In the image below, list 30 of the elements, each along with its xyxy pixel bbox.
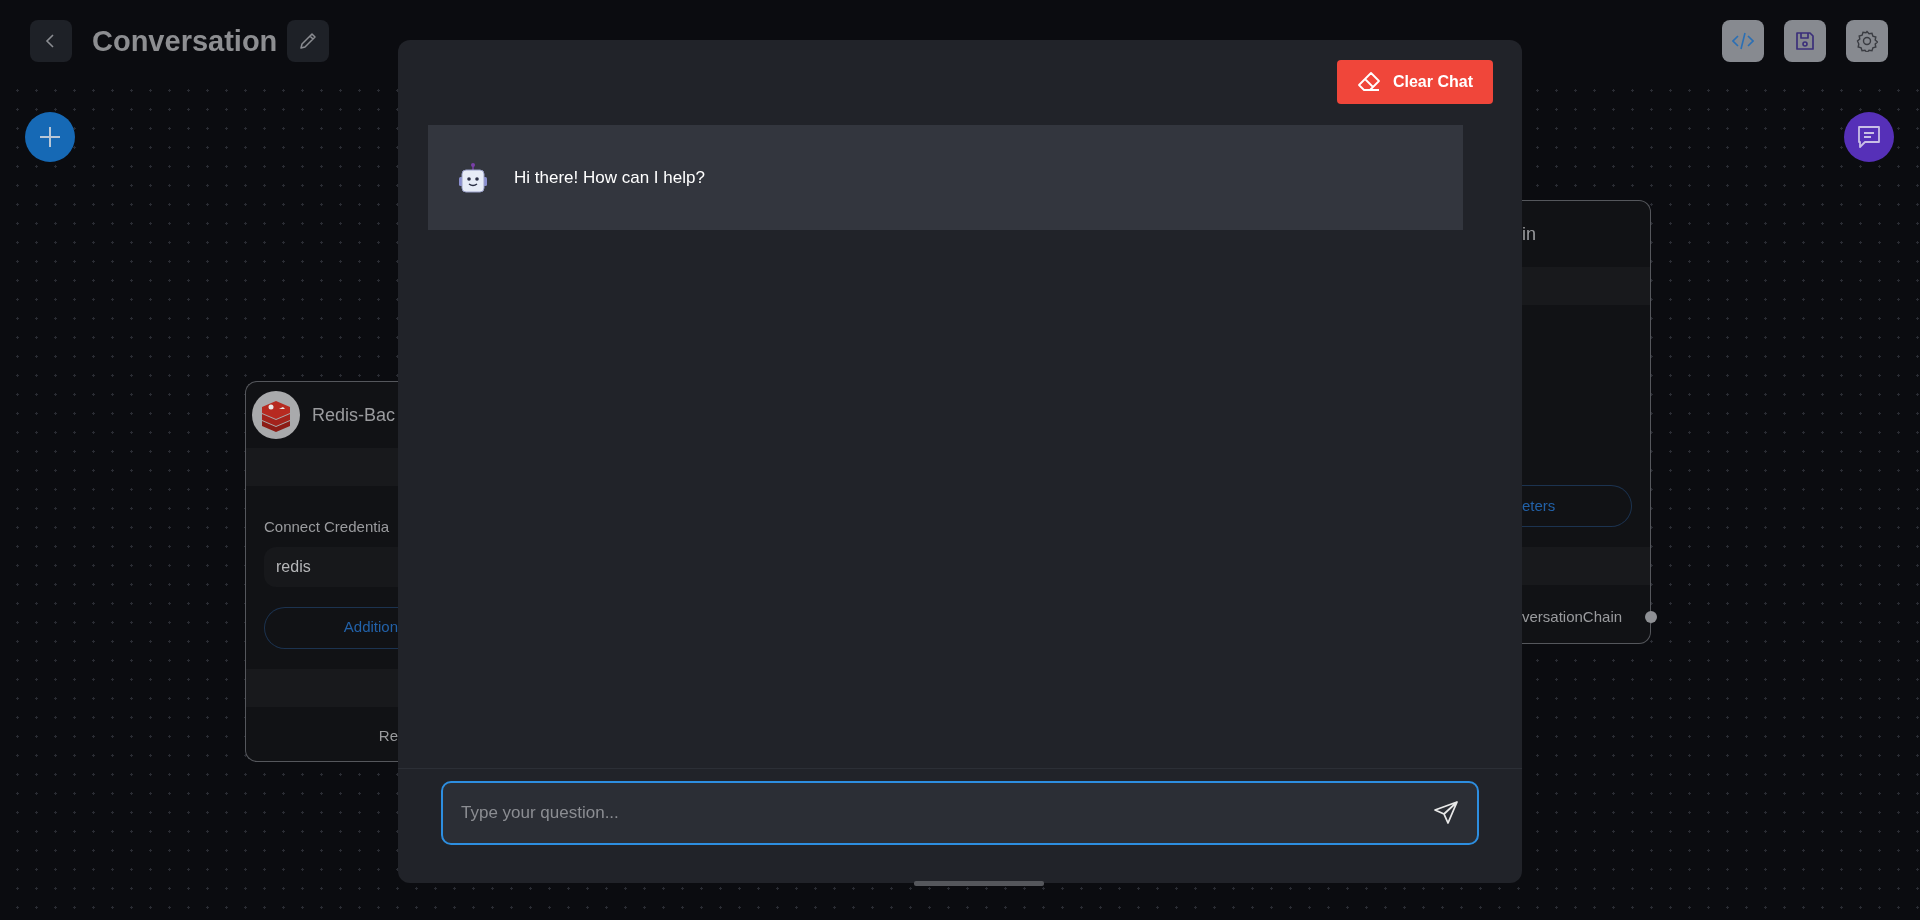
add-button[interactable] bbox=[25, 112, 75, 162]
robot-icon bbox=[458, 161, 488, 194]
edit-button[interactable] bbox=[287, 20, 330, 62]
output-handle[interactable] bbox=[1645, 611, 1657, 623]
resize-handle[interactable] bbox=[914, 881, 1044, 886]
output-label: versationChain bbox=[1522, 606, 1623, 627]
message-text: Hi there! How can I help? bbox=[514, 166, 705, 189]
send-icon bbox=[1433, 800, 1459, 826]
credential-field[interactable]: redis bbox=[264, 546, 398, 587]
clear-chat-button[interactable]: Clear Chat bbox=[1336, 60, 1493, 104]
settings-icon bbox=[1856, 30, 1878, 52]
node-title: in bbox=[1522, 222, 1536, 246]
code-icon bbox=[1732, 32, 1754, 50]
send-button[interactable] bbox=[1433, 800, 1459, 826]
field-label: Connect Credentia bbox=[263, 517, 391, 537]
plus-icon bbox=[39, 126, 61, 148]
eraser-icon bbox=[1356, 71, 1381, 93]
chat-input-box[interactable]: Type your question... bbox=[441, 781, 1479, 845]
chat-icon bbox=[1856, 124, 1882, 150]
settings-button[interactable] bbox=[1846, 20, 1888, 62]
save-button[interactable] bbox=[1784, 20, 1826, 62]
code-button[interactable] bbox=[1722, 20, 1764, 62]
question-field[interactable]: Type your question... bbox=[459, 799, 1433, 827]
flow-title: Conversation bbox=[92, 24, 278, 59]
save-icon bbox=[1795, 31, 1815, 51]
output-label: Re bbox=[378, 726, 398, 747]
pencil-icon bbox=[298, 31, 319, 51]
node-title: Redis-Bac bbox=[312, 403, 396, 427]
chat-button[interactable] bbox=[1844, 112, 1894, 162]
redis-logo bbox=[252, 391, 300, 439]
